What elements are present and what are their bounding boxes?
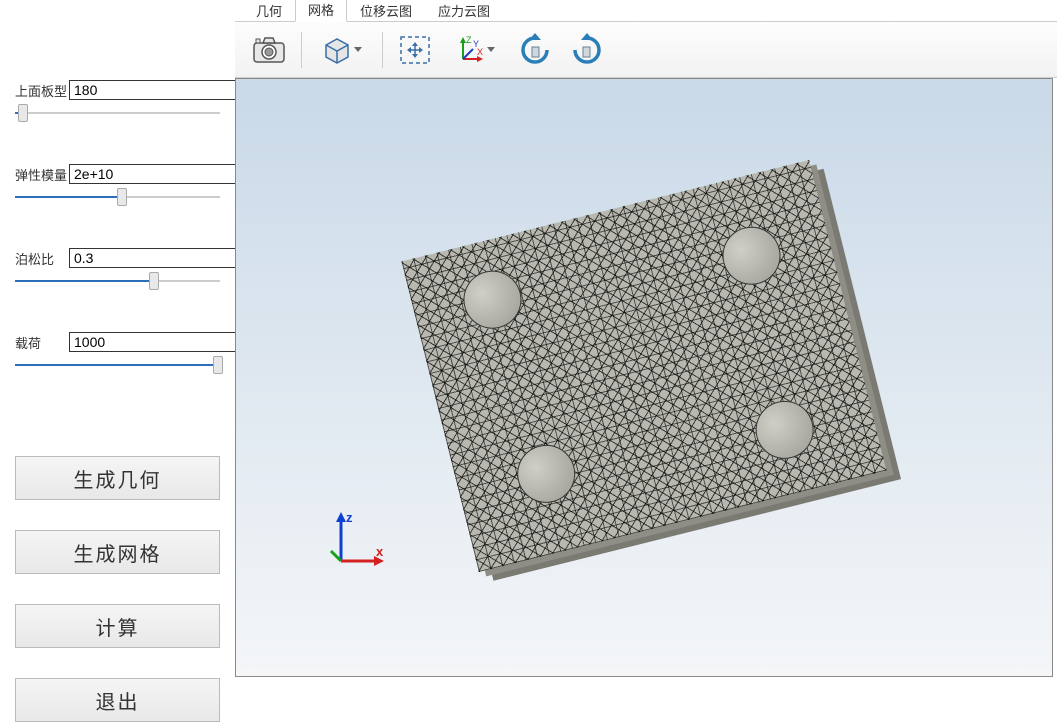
slider-load[interactable] <box>15 356 220 374</box>
param-elastic-modulus: 弹性模量 <box>15 164 220 206</box>
cube-view-button[interactable] <box>310 28 374 72</box>
tab-displacement[interactable]: 位移云图 <box>347 0 425 22</box>
svg-text:Y: Y <box>473 39 479 49</box>
param-input-elastic-modulus[interactable] <box>69 164 260 184</box>
param-label: 泊松比 <box>15 249 63 268</box>
svg-text:x: x <box>376 544 384 559</box>
compute-button[interactable]: 计算 <box>15 604 220 648</box>
tab-mesh[interactable]: 网格 <box>295 0 347 22</box>
param-poisson-ratio: 泊松比 <box>15 248 220 290</box>
rotate-cw-button[interactable] <box>563 28 611 72</box>
tab-stress[interactable]: 应力云图 <box>425 0 503 22</box>
tab-geometry[interactable]: 几何 <box>243 0 295 22</box>
slider-poisson-ratio[interactable] <box>15 272 220 290</box>
rotate-ccw-icon <box>518 33 552 67</box>
main-area: 几何 网格 位移云图 应力云图 <box>235 0 1057 685</box>
camera-button[interactable] <box>245 28 293 72</box>
slider-top-panel[interactable] <box>15 104 220 122</box>
fit-view-icon <box>399 35 431 65</box>
viewport-3d[interactable]: z x <box>235 78 1053 677</box>
param-input-load[interactable] <box>69 332 260 352</box>
chevron-down-icon <box>487 47 495 52</box>
param-load: 载荷 <box>15 332 220 374</box>
chevron-down-icon <box>354 47 362 52</box>
generate-geometry-button[interactable]: 生成几何 <box>15 456 220 500</box>
rotate-cw-icon <box>570 33 604 67</box>
axes-button[interactable]: Z X Y <box>443 28 507 72</box>
toolbar-separator <box>382 32 383 68</box>
sidebar: 上面板型 弹性模量 泊松比 载荷 <box>0 0 235 685</box>
rotate-ccw-button[interactable] <box>511 28 559 72</box>
generate-mesh-button[interactable]: 生成网格 <box>15 530 220 574</box>
axes-icon: Z X Y <box>455 35 485 65</box>
svg-text:z: z <box>346 510 353 525</box>
button-stack: 生成几何 生成网格 计算 退出 <box>15 456 220 722</box>
param-label: 上面板型 <box>15 81 63 100</box>
param-label: 弹性模量 <box>15 165 63 184</box>
toolbar: Z X Y <box>235 22 1057 78</box>
slider-elastic-modulus[interactable] <box>15 188 220 206</box>
fit-view-button[interactable] <box>391 28 439 72</box>
param-label: 载荷 <box>15 333 63 352</box>
param-input-top-panel[interactable] <box>69 80 260 100</box>
param-top-panel: 上面板型 <box>15 80 220 122</box>
toolbar-separator <box>301 32 302 68</box>
axis-triad: z x <box>326 506 396 576</box>
camera-icon <box>253 37 285 63</box>
param-input-poisson-ratio[interactable] <box>69 248 260 268</box>
cube-view-icon <box>322 35 352 65</box>
mesh-model <box>402 159 887 571</box>
svg-text:Z: Z <box>466 35 472 45</box>
tab-strip: 几何 网格 位移云图 应力云图 <box>235 0 1057 22</box>
